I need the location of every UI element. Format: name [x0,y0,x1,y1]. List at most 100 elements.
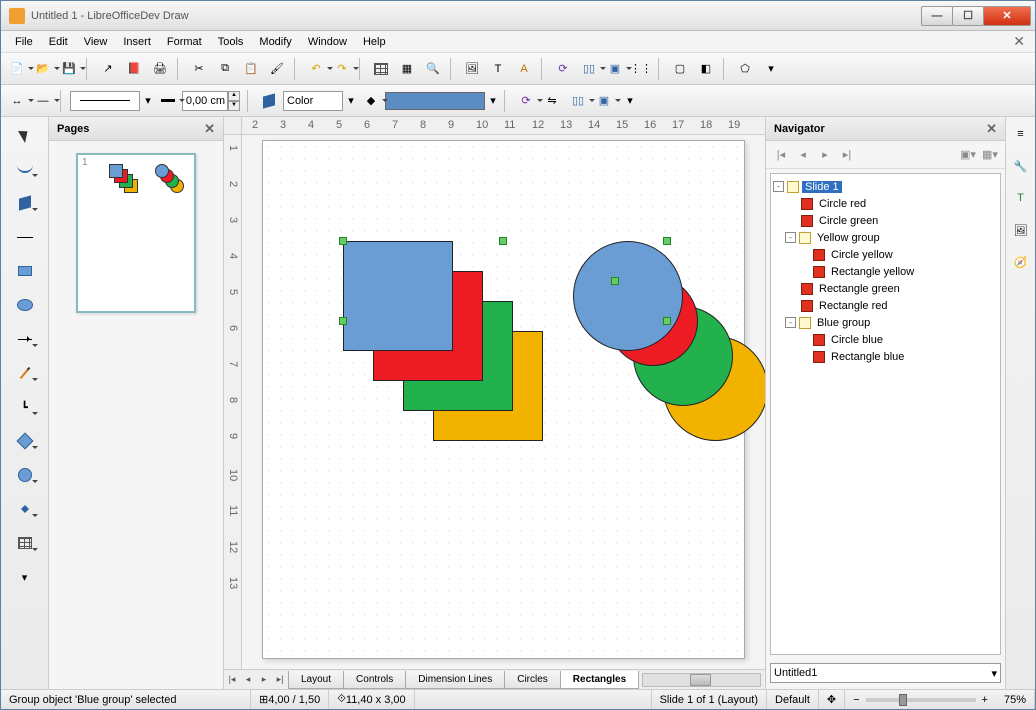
tree-node[interactable]: Rectangle red [773,297,998,314]
nav-first-icon[interactable]: |◂ [772,146,790,164]
copy-button[interactable]: ⧉ [213,57,237,81]
window-close-button[interactable]: ✕ [983,6,1031,26]
nav-shapes-icon[interactable]: ▦▾ [981,146,999,164]
tree-expander[interactable]: - [785,317,796,328]
window-maximize-button[interactable]: ☐ [952,6,984,26]
align2-button[interactable]: ▯▯ [566,89,590,113]
selection-handle[interactable] [339,317,347,325]
pdf-button[interactable]: 📕 [122,57,146,81]
tree-node[interactable]: -Blue group [773,314,998,331]
line-tool[interactable] [9,223,41,251]
window-minimize-button[interactable]: — [921,6,953,26]
shadow-button[interactable]: ▢ [668,57,692,81]
block-arrows-tool[interactable] [9,495,41,523]
effects-button[interactable]: ⟳ [514,89,538,113]
fontwork-button[interactable]: A [512,57,536,81]
tree-node[interactable]: Circle red [773,195,998,212]
tab-first[interactable]: |◂ [224,674,240,685]
menu-insert[interactable]: Insert [115,34,159,50]
status-zoom[interactable]: 75% [996,690,1035,709]
page-surface[interactable] [262,140,745,659]
line-style-dropdown[interactable]: ▾ [142,94,154,107]
fill-mode-select[interactable]: Color [283,91,343,111]
rectangle-tool[interactable] [9,257,41,285]
status-fit-icon[interactable]: ✥ [819,690,845,709]
layer-tab[interactable]: Circles [504,671,561,689]
tree-node[interactable]: Rectangle blue [773,348,998,365]
tree-expander[interactable]: - [785,232,796,243]
toolbar-overflow[interactable]: ▾ [759,57,783,81]
sidebar-settings-icon[interactable]: ≡ [1010,123,1032,145]
fill-color-preview[interactable] [385,92,485,110]
basic-shapes-tool[interactable] [9,427,41,455]
navigator-tree[interactable]: -Slide 1Circle redCircle green-Yellow gr… [770,173,1001,655]
tree-node[interactable]: -Slide 1 [773,178,998,195]
selection-handle[interactable] [339,237,347,245]
symbol-shapes-tool[interactable] [9,461,41,489]
paste-button[interactable]: 📋 [239,57,263,81]
line-style-button[interactable]: — [31,89,55,113]
canvas-circle[interactable] [573,241,683,351]
sidebar-wrench-icon[interactable]: 🔧 [1010,155,1032,177]
fill-color-button[interactable]: ◆ [359,89,383,113]
select-tool[interactable] [9,121,41,149]
new-button[interactable]: 📄 [5,57,29,81]
align-button[interactable]: ▯▯ [577,57,601,81]
sidebar-navigator-icon[interactable]: 🧭 [1010,251,1032,273]
line-color-button[interactable] [156,89,180,113]
print-button[interactable]: 🖨 [148,57,172,81]
ellipse-tool[interactable] [9,291,41,319]
line-width-spinner[interactable]: ▲▼ [182,91,242,111]
connector-tool[interactable]: ┗ [9,393,41,421]
zoom-in-button[interactable]: + [982,694,988,706]
zoom-button[interactable]: 🔍 [421,57,445,81]
tree-node[interactable]: Circle yellow [773,246,998,263]
spin-up[interactable]: ▲ [228,91,240,101]
rotate-button[interactable]: ⟳ [551,57,575,81]
tree-node[interactable]: -Yellow group [773,229,998,246]
tab-prev[interactable]: ◂ [240,674,256,685]
palette-overflow[interactable]: ▾ [9,563,41,591]
format-paintbrush-button[interactable]: 🖌 [265,57,289,81]
navigator-document-select[interactable]: Untitled1▾ [770,663,1001,683]
insert-text-button[interactable]: T [486,57,510,81]
horizontal-scrollbar[interactable] [642,673,761,687]
arrow-tool[interactable] [9,325,41,353]
snaplines-button[interactable]: ▦ [395,57,419,81]
menu-file[interactable]: File [7,34,41,50]
nav-last-icon[interactable]: ▸| [838,146,856,164]
line-wave-tool[interactable] [9,155,41,183]
sidebar-styles-icon[interactable]: T [1010,187,1032,209]
navigator-close[interactable]: ✕ [986,121,997,137]
menu-format[interactable]: Format [159,34,210,50]
arrange-button[interactable]: ▣ [603,57,627,81]
menu-view[interactable]: View [76,34,116,50]
fill-bucket-button[interactable] [257,89,281,113]
insert-picture-button[interactable]: 🖼 [460,57,484,81]
selection-handle[interactable] [663,317,671,325]
nav-next-icon[interactable]: ▸ [816,146,834,164]
cut-button[interactable]: ✂ [187,57,211,81]
line-style-preview[interactable] [70,91,140,111]
tree-node[interactable]: Rectangle green [773,280,998,297]
layer-tab[interactable]: Layout [288,671,344,689]
document-close-button[interactable]: ✕ [1009,33,1029,50]
redo-button[interactable]: ↷ [330,57,354,81]
mirror-button[interactable]: ⇋ [540,89,564,113]
spin-down[interactable]: ▼ [228,101,240,111]
line-width-input[interactable] [182,91,228,111]
page-thumbnail-1[interactable]: 1 [76,153,196,313]
fill-mode-dropdown[interactable]: ▾ [345,94,357,107]
menu-tools[interactable]: Tools [210,34,252,50]
menu-window[interactable]: Window [300,34,355,50]
sidebar-gallery-icon[interactable]: 🖼 [1010,219,1032,241]
polygon-button[interactable]: ⬠ [733,57,757,81]
open-button[interactable]: 📂 [31,57,55,81]
zoom-slider[interactable] [866,698,976,702]
save-button[interactable]: 💾 [57,57,81,81]
layer-tab[interactable]: Dimension Lines [405,671,505,689]
undo-button[interactable]: ↶ [304,57,328,81]
tree-expander[interactable]: - [773,181,784,192]
toolbar2-overflow[interactable]: ▾ [618,89,642,113]
export-button[interactable]: ↗ [96,57,120,81]
